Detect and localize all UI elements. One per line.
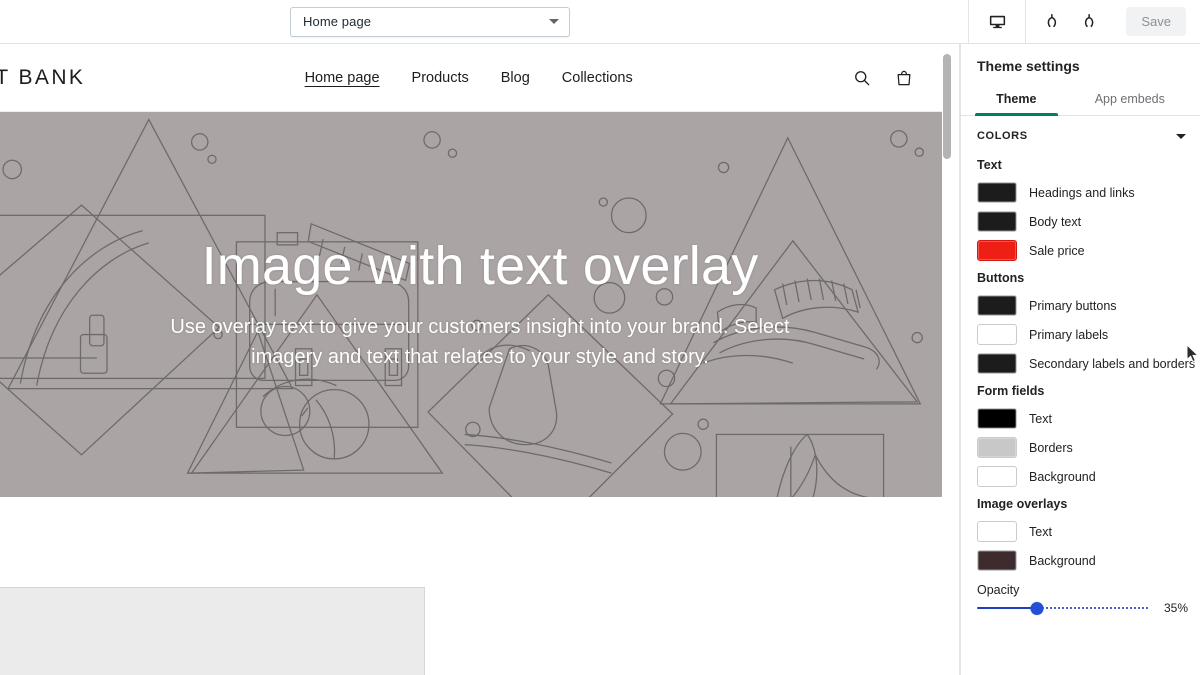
toolbar-left-spacer (0, 0, 290, 43)
hero-paragraph: Use overlay text to give your customers … (170, 316, 790, 369)
hero-heading: Image with text overlay (201, 235, 759, 296)
page-selector-value: Home page (303, 14, 372, 29)
search-icon[interactable] (852, 68, 872, 88)
color-label: Body text (1029, 214, 1082, 229)
tab-theme[interactable]: Theme (967, 84, 1066, 116)
color-row-primary-labels[interactable]: Primary labels (961, 320, 1200, 349)
top-toolbar: Home page Save (0, 0, 1200, 44)
color-row-primary-buttons[interactable]: Primary buttons (961, 291, 1200, 320)
hero-image-with-text-overlay[interactable]: Image with text overlay Use overlay text… (0, 112, 960, 497)
color-swatch[interactable] (977, 521, 1017, 542)
group-label-image-overlays: Image overlays (977, 497, 1068, 511)
storefront-preview[interactable]: IRT BANK Home page Products Blog Collect… (0, 44, 960, 675)
section-spacer (0, 497, 960, 587)
nav-item-products[interactable]: Products (412, 70, 469, 86)
opacity-value: 35% (1163, 601, 1188, 615)
color-label: Secondary labels and borders (1029, 356, 1196, 371)
storefront-nav: Home page Products Blog Collections (85, 70, 852, 86)
color-row-secondary-labels-and-borders[interactable]: Secondary labels and borders (961, 349, 1200, 378)
color-label: Sale price (1029, 243, 1085, 258)
color-label: Text (1029, 411, 1052, 426)
slider-thumb[interactable] (1030, 601, 1044, 615)
color-row-overlay-text[interactable]: Text (961, 517, 1200, 546)
color-label: Primary labels (1029, 327, 1109, 342)
chevron-down-icon (549, 19, 559, 24)
history-group (1025, 0, 1114, 44)
opacity-label: Opacity (977, 583, 1020, 597)
chevron-down-icon[interactable] (1176, 133, 1186, 139)
color-row-form-text[interactable]: Text (961, 404, 1200, 433)
color-swatch[interactable] (977, 408, 1017, 429)
nav-item-collections[interactable]: Collections (562, 70, 633, 86)
color-swatch[interactable] (977, 182, 1017, 203)
color-row-body-text[interactable]: Body text (961, 207, 1200, 236)
group-label-text: Text (977, 158, 1002, 172)
group-label-buttons: Buttons (977, 271, 1025, 285)
color-row-form-borders[interactable]: Borders (961, 433, 1200, 462)
color-swatch[interactable] (977, 353, 1017, 374)
color-swatch[interactable] (977, 211, 1017, 232)
shopping-bag-icon[interactable] (894, 68, 914, 88)
slider-track-fill (977, 607, 1037, 609)
storefront-header-icons (852, 68, 942, 88)
color-swatch[interactable] (977, 240, 1017, 261)
color-row-headings-and-links[interactable]: Headings and links (961, 178, 1200, 207)
page-selector[interactable]: Home page (290, 6, 570, 37)
color-label: Text (1029, 524, 1052, 539)
nav-item-blog[interactable]: Blog (501, 70, 530, 86)
color-row-sale-price[interactable]: Sale price (961, 236, 1200, 265)
storefront-header: IRT BANK Home page Products Blog Collect… (0, 44, 960, 112)
color-swatch[interactable] (977, 466, 1017, 487)
panel-scroll-area[interactable]: COLORS Text Headings and links Body text… (961, 116, 1200, 675)
preview-scrollbar-thumb[interactable] (943, 54, 951, 159)
desktop-monitor-icon[interactable] (981, 6, 1013, 38)
color-row-form-background[interactable]: Background (961, 462, 1200, 491)
toolbar-right: Save (968, 0, 1200, 44)
opacity-control-row: 35% (961, 599, 1200, 625)
panel-title: Theme settings (977, 58, 1080, 74)
tab-app-embeds[interactable]: App embeds (1066, 84, 1194, 115)
device-toggle-group (968, 0, 1025, 44)
editor-body: IRT BANK Home page Products Blog Collect… (0, 44, 1200, 675)
redo-arrow-icon[interactable] (1070, 6, 1102, 38)
section-title-colors: COLORS (977, 130, 1028, 142)
color-label: Background (1029, 469, 1096, 484)
preview-viewport: IRT BANK Home page Products Blog Collect… (0, 44, 960, 675)
theme-editor-app: Home page Save T BANK Home page Products… (0, 0, 1200, 675)
color-swatch[interactable] (977, 550, 1017, 571)
group-label-form-fields: Form fields (977, 384, 1045, 398)
theme-settings-panel: Theme settings Theme App embeds COLORS T… (960, 44, 1200, 675)
color-label: Borders (1029, 440, 1073, 455)
color-label: Primary buttons (1029, 298, 1117, 313)
color-label: Headings and links (1029, 185, 1135, 200)
color-swatch[interactable] (977, 437, 1017, 458)
opacity-slider[interactable] (977, 601, 1148, 615)
color-row-overlay-background[interactable]: Background (961, 546, 1200, 575)
color-label: Background (1029, 553, 1096, 568)
hero-text-block: Image with text overlay Use overlay text… (0, 112, 960, 497)
nav-item-home-page[interactable]: Home page (305, 70, 380, 86)
undo-arrow-icon[interactable] (1038, 6, 1070, 38)
color-swatch[interactable] (977, 295, 1017, 316)
store-name[interactable]: IRT BANK (0, 66, 85, 90)
save-group: Save (1114, 0, 1200, 44)
section-header-colors[interactable]: COLORS (961, 116, 1200, 152)
preview-scrollbar[interactable] (942, 44, 952, 675)
save-button[interactable]: Save (1126, 7, 1186, 36)
color-swatch[interactable] (977, 324, 1017, 345)
content-placeholder-block[interactable] (0, 587, 425, 675)
panel-tabs: Theme App embeds (961, 84, 1200, 116)
